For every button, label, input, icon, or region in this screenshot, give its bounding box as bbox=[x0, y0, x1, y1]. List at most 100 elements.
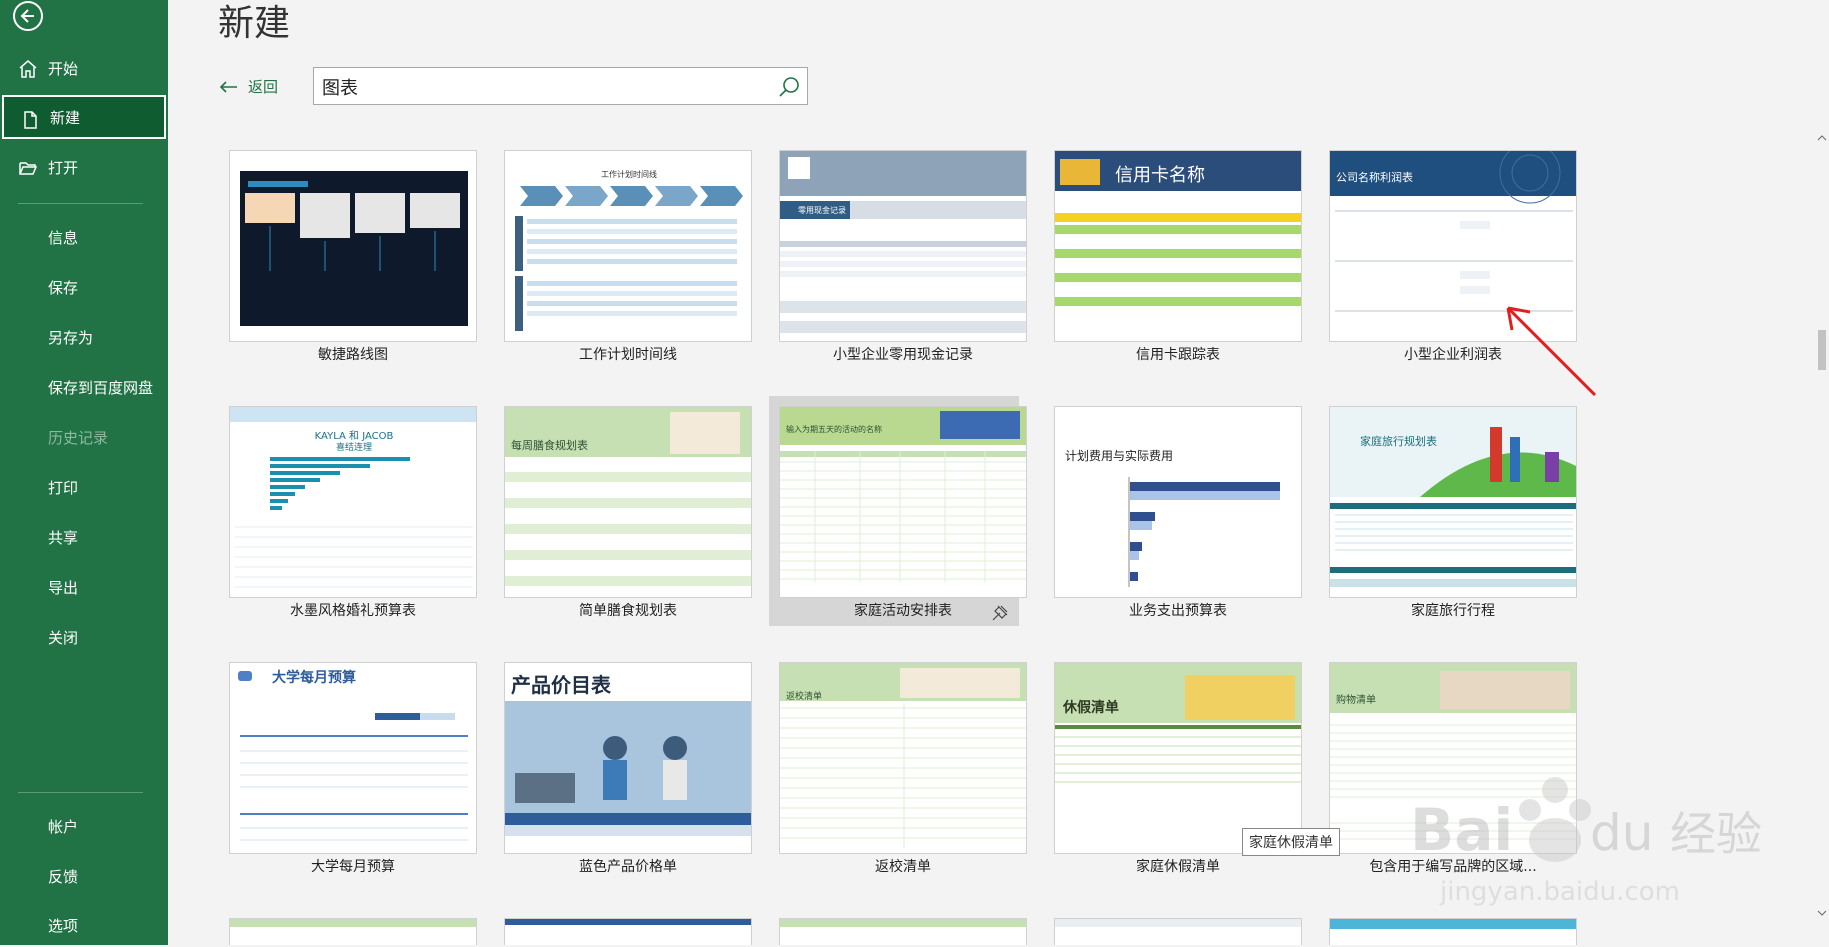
template-title: 业务支出预算表 bbox=[1129, 603, 1227, 619]
nav-close-label: 关闭 bbox=[48, 628, 79, 647]
nav-info-label: 信息 bbox=[48, 228, 79, 247]
scroll-down-icon[interactable] bbox=[1815, 906, 1829, 920]
svg-text:du: du bbox=[1590, 804, 1653, 862]
back-button[interactable] bbox=[13, 1, 43, 31]
nav-account[interactable]: 帐户 bbox=[0, 804, 168, 848]
search-icon[interactable] bbox=[777, 75, 801, 99]
template-title: 家庭休假清单 bbox=[1136, 859, 1220, 875]
nav-feedback[interactable]: 反馈 bbox=[0, 854, 168, 898]
template-thumbnail: 家庭旅行规划表 bbox=[1329, 406, 1577, 598]
nav-save-to-baidu-label: 保存到百度网盘 bbox=[48, 378, 154, 397]
search-box bbox=[313, 67, 808, 105]
template-title: 简单膳食规划表 bbox=[579, 603, 677, 619]
vertical-scrollbar[interactable] bbox=[1815, 130, 1829, 930]
template-thumbnail: 零用现金记录 bbox=[779, 150, 1027, 342]
tooltip: 家庭休假清单 bbox=[1242, 828, 1340, 856]
template-title: 水墨风格婚礼预算表 bbox=[290, 603, 416, 619]
baidu-watermark-logo: Bai du 经验 jingyan.baidu.com bbox=[1410, 777, 1762, 907]
template-card[interactable]: 计划费用与实际费用 业务支出预算表 bbox=[1044, 396, 1302, 626]
sidebar-divider bbox=[18, 203, 143, 204]
template-thumbnail[interactable] bbox=[779, 918, 1027, 945]
nav-options[interactable]: 选项 bbox=[0, 903, 168, 947]
nav-open[interactable]: 打开 bbox=[0, 145, 168, 189]
template-card[interactable]: 大学每月预算 大学每月预算 bbox=[219, 652, 477, 882]
back-arrow-icon bbox=[20, 9, 34, 23]
template-title: 信用卡跟踪表 bbox=[1136, 347, 1220, 363]
nav-share-label: 共享 bbox=[48, 528, 79, 547]
template-thumbnail: 输入为期五天的活动的名称 bbox=[779, 406, 1027, 598]
nav-info[interactable]: 信息 bbox=[0, 215, 168, 259]
nav-print[interactable]: 打印 bbox=[0, 465, 168, 509]
nav-open-label: 打开 bbox=[48, 158, 79, 177]
thumb-heading: 家庭旅行规划表 bbox=[1360, 435, 1437, 448]
red-annotation-arrow-icon bbox=[1506, 306, 1597, 397]
search-input[interactable] bbox=[320, 72, 764, 102]
template-card[interactable]: KAYLA 和 JACOB 喜结连理 水墨风格婚礼预算表 bbox=[219, 396, 477, 626]
nav-save-to-baidu[interactable]: 保存到百度网盘 bbox=[0, 365, 168, 409]
nav-share[interactable]: 共享 bbox=[0, 515, 168, 559]
thumb-heading: 输入为期五天的活动的名称 bbox=[786, 425, 882, 434]
nav-account-label: 帐户 bbox=[48, 817, 79, 836]
template-card[interactable]: 产品价目表 蓝色产品价格单 bbox=[494, 652, 752, 882]
template-thumbnail: 信用卡名称 bbox=[1054, 150, 1302, 342]
sidebar-divider bbox=[18, 792, 143, 793]
template-title: 返校清单 bbox=[875, 859, 931, 875]
nav-history-label: 历史记录 bbox=[48, 428, 109, 447]
template-card[interactable]: 输入为期五天的活动的名称 家庭活动安排表 bbox=[769, 396, 1027, 626]
nav-feedback-label: 反馈 bbox=[48, 867, 79, 886]
nav-new-label: 新建 bbox=[50, 108, 81, 127]
nav-close[interactable]: 关闭 bbox=[0, 615, 168, 659]
template-title: 工作计划时间线 bbox=[579, 347, 677, 363]
thumb-heading: 计划费用与实际费用 bbox=[1065, 449, 1174, 463]
nav-save-as-label: 另存为 bbox=[48, 328, 94, 347]
template-card[interactable]: 每周膳食规划表 简单膳食规划表 bbox=[494, 396, 752, 626]
thumb-subheading: 喜结连理 bbox=[335, 443, 372, 453]
template-thumbnail: 返校清单 bbox=[779, 662, 1027, 854]
svg-text:jingyan.baidu.com: jingyan.baidu.com bbox=[1439, 877, 1680, 907]
page-title: 新建 bbox=[218, 3, 291, 44]
nav-options-label: 选项 bbox=[48, 916, 79, 935]
thumb-heading: 购物清单 bbox=[1336, 695, 1376, 706]
back-link[interactable]: 返回 bbox=[218, 76, 278, 97]
template-thumbnail[interactable] bbox=[229, 918, 477, 945]
nav-save-label: 保存 bbox=[48, 278, 79, 297]
thumb-heading: 信用卡名称 bbox=[1115, 165, 1205, 186]
template-title: 敏捷路线图 bbox=[318, 347, 388, 363]
template-card[interactable]: 返校清单 返校清单 bbox=[769, 652, 1027, 882]
scrollbar-thumb[interactable] bbox=[1818, 330, 1826, 370]
template-thumbnail: 计划费用与实际费用 bbox=[1054, 406, 1302, 598]
nav-save[interactable]: 保存 bbox=[0, 265, 168, 309]
svg-text:经验: 经验 bbox=[1670, 807, 1762, 861]
template-card[interactable]: 信用卡名称 信用卡跟踪表 bbox=[1044, 140, 1302, 370]
template-title: 大学每月预算 bbox=[311, 859, 395, 875]
nav-home[interactable]: 开始 bbox=[0, 46, 168, 90]
pin-icon[interactable] bbox=[991, 604, 1009, 622]
template-card[interactable]: 零用现金记录 小型企业零用现金记录 bbox=[769, 140, 1027, 370]
template-thumbnail[interactable] bbox=[504, 918, 752, 945]
nav-print-label: 打印 bbox=[48, 478, 79, 497]
scroll-up-icon[interactable] bbox=[1815, 131, 1829, 145]
template-card[interactable]: 工作计划时间线 工作计划时间线 bbox=[494, 140, 752, 370]
thumb-heading: 零用现金记录 bbox=[798, 206, 846, 215]
back-link-label: 返回 bbox=[248, 78, 279, 96]
new-document-icon bbox=[24, 111, 37, 129]
template-thumbnail bbox=[229, 150, 477, 342]
nav-export[interactable]: 导出 bbox=[0, 565, 168, 609]
nav-new[interactable]: 新建 bbox=[2, 95, 166, 139]
template-card[interactable]: 敏捷路线图 bbox=[219, 140, 477, 370]
template-thumbnail[interactable] bbox=[1054, 918, 1302, 945]
template-thumbnail: KAYLA 和 JACOB 喜结连理 bbox=[229, 406, 477, 598]
thumb-heading: 大学每月预算 bbox=[272, 670, 356, 686]
thumb-heading: 返校清单 bbox=[786, 692, 823, 702]
nav-export-label: 导出 bbox=[48, 578, 79, 597]
nav-save-as[interactable]: 另存为 bbox=[0, 315, 168, 359]
template-title: 小型企业零用现金记录 bbox=[833, 347, 973, 363]
template-card[interactable]: 家庭旅行规划表 家庭旅行行程 bbox=[1319, 396, 1577, 626]
thumb-heading: 产品价目表 bbox=[511, 673, 611, 697]
arrow-left-icon bbox=[219, 80, 237, 93]
thumb-heading: 工作计划时间线 bbox=[601, 170, 657, 179]
template-title: 家庭旅行行程 bbox=[1411, 603, 1495, 619]
template-thumbnail: 产品价目表 bbox=[504, 662, 752, 854]
folder-open-icon bbox=[19, 162, 38, 175]
svg-text:Bai: Bai bbox=[1410, 796, 1513, 864]
